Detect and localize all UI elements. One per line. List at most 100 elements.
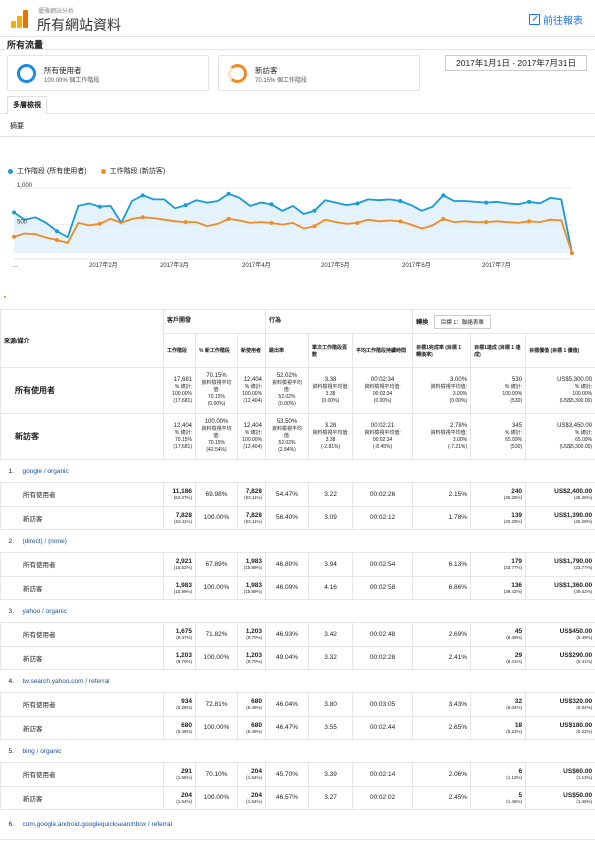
cell-value: 5 (518, 791, 523, 799)
legend-dot-icon (100, 168, 106, 174)
data-point (570, 251, 574, 255)
source-link[interactable]: (direct) / (none) (23, 538, 67, 545)
cell-line: (2.84%) (278, 447, 296, 453)
new-sessions-pct-cell: 100.00% (195, 505, 238, 530)
cell-pct: (5.48%) (246, 705, 263, 711)
tab-divider (0, 113, 595, 114)
data-point (441, 216, 446, 221)
data-point (527, 199, 532, 204)
segment-new-visitors[interactable]: 新訪客 70.15% 個工作階段 (218, 55, 420, 91)
source-group-label: 4. tw.search.yahoo.com / referral (0, 669, 595, 693)
data-point (441, 193, 446, 198)
segment-ring-icon (17, 64, 36, 83)
data-point (312, 224, 317, 229)
goal-completions-cell: 32 (6.04%) (470, 692, 527, 717)
bounce-rate-cell: 54.47% (265, 482, 310, 507)
cell-line: 65.09% (505, 436, 523, 443)
cell-value: 291 (181, 768, 192, 776)
column-header[interactable]: 跳出率 (265, 333, 310, 368)
data-point (484, 200, 489, 205)
column-header[interactable]: 目標1完成率 (目標 1 轉換率) (412, 333, 472, 368)
data-point (140, 215, 145, 220)
avg-duration-cell: 00:02:44 (352, 715, 414, 740)
cell-value: 45 (514, 628, 523, 636)
source-group-label: 5. bing / organic (0, 739, 595, 763)
summary-tab[interactable]: 摘要 (10, 121, 24, 131)
avg-duration-cell: 00:03:05 (352, 692, 414, 717)
column-header[interactable]: 平均工作階段持續時間 (352, 333, 414, 368)
cell-line: US$3,450.00 (557, 422, 593, 429)
cell-pct: (5.22%) (506, 728, 523, 734)
totals-cell: 2.78% 資料檢視平均值: 3.00% (-7.21%) (412, 413, 472, 460)
legend-item-all-users[interactable]: 工作階段 (所有使用者) (8, 166, 87, 176)
cell-value: 6 (518, 768, 523, 776)
segment-label: 所有使用者 (0, 622, 164, 647)
cell-line: (0.00%) (321, 397, 340, 404)
cell-line: 17,681 (173, 376, 192, 383)
data-point (97, 204, 102, 209)
segment-all-users[interactable]: 所有使用者 100.00% 個工作階段 (7, 55, 209, 91)
source-link[interactable]: tw.search.yahoo.com / referral (23, 678, 110, 685)
column-header[interactable]: 工作階段 (163, 333, 196, 368)
cell-value: 240 (511, 488, 523, 496)
bounce-rate-cell: 46.80% (265, 552, 310, 577)
legend-item-new-visitors[interactable]: 工作階段 (新訪客) (100, 166, 165, 176)
x-tick-label: 2017年5月 (321, 261, 350, 269)
goal-value-cell: US$50.00 (1.45%) (525, 785, 595, 810)
goal-value-cell: US$2,400.00 (45.28%) (525, 482, 595, 507)
column-header[interactable]: 新使用者 (236, 333, 267, 368)
cell-pct: (9.47%) (176, 635, 192, 641)
data-point (97, 221, 102, 226)
report-table: 來源/媒介 客戶開發 行為 轉換 目標 1：聯絡表單 工作階段% 新工作階段 新使… (0, 309, 595, 840)
date-range-picker[interactable]: 2017年1月1日 - 2017年7月31日 (445, 55, 587, 71)
source-group-row: 5. bing / organic (0, 739, 595, 763)
cell-value: 29 (514, 651, 523, 659)
bounce-rate-cell: 56.40% (265, 505, 310, 530)
cell-pct: (33.77%) (503, 565, 523, 571)
goal-dropdown[interactable]: 目標 1：聯絡表單 (433, 315, 491, 329)
goal-value-cell: US$180.00 (5.22%) (525, 715, 595, 740)
col-source-header[interactable]: 來源/媒介 (0, 309, 164, 368)
data-point (398, 219, 403, 224)
cell-value: US$50.00 (563, 791, 593, 799)
data-point (527, 219, 532, 224)
column-header[interactable]: % 新工作階段 (195, 333, 238, 368)
y-tick-label: 500 (17, 220, 28, 226)
cell-line: (42.54%) (206, 447, 227, 453)
segment-row: 新訪客 680 (5.48%) 100.00% 680 (5.48%) 46.47% 3.55… (0, 715, 595, 740)
source-link[interactable]: bing / organic (23, 748, 62, 755)
go-to-report-link[interactable]: 前往報表 (529, 12, 583, 27)
cell-line: (0.00%) (373, 397, 392, 404)
cell-line: 3.38 (324, 376, 337, 383)
cell-line: 70.15% (208, 440, 225, 446)
data-point (54, 229, 59, 234)
column-header[interactable]: 單次工作階段頁數 (308, 333, 354, 368)
cell-value: 934 (181, 698, 192, 706)
totals-label: 新訪客 (0, 413, 164, 460)
source-group-row: 3. yahoo / organic (0, 599, 595, 623)
source-link[interactable]: yahoo / organic (23, 608, 67, 615)
tab-multi-level-view[interactable]: 多層檢視 (7, 96, 47, 114)
column-header[interactable]: 目標1達成 (目標 1 達成) (470, 333, 527, 368)
row-index: 4. (8, 677, 14, 685)
cell-line: 資料檢視平均值: (272, 426, 303, 439)
cell-line: 00:02:34 (372, 390, 393, 397)
avg-duration-cell: 00:02:54 (352, 552, 414, 577)
pages-per-session-cell: 4.16 (308, 575, 354, 600)
cell-line: 00:02:34 (370, 376, 395, 383)
data-point (226, 191, 231, 196)
goal-completions-cell: 5 (1.45%) (470, 785, 527, 810)
conversion-rate-cell: 6.13% (412, 552, 472, 577)
cell-value: US$320.00 (559, 698, 593, 706)
cell-line: (530) (510, 443, 523, 450)
source-link[interactable]: google / organic (23, 468, 69, 475)
cell-value: US$2,400.00 (554, 488, 593, 496)
column-header[interactable]: 目標價值 (目標 1 價值) (525, 333, 595, 368)
source-link[interactable]: com.google.android.googlequicksearchbox … (23, 821, 173, 828)
cell-value: 1,203 (245, 651, 263, 659)
cell-value: US$60.00 (563, 768, 593, 776)
cell-pct: (15.99%) (173, 588, 192, 594)
goal-value-cell: US$60.00 (1.13%) (525, 762, 595, 787)
totals-cell: 00:02:21 資料檢視平均值: 00:02:34 (-8.45%) (352, 413, 414, 460)
cell-pct: (9.70%) (246, 635, 263, 641)
